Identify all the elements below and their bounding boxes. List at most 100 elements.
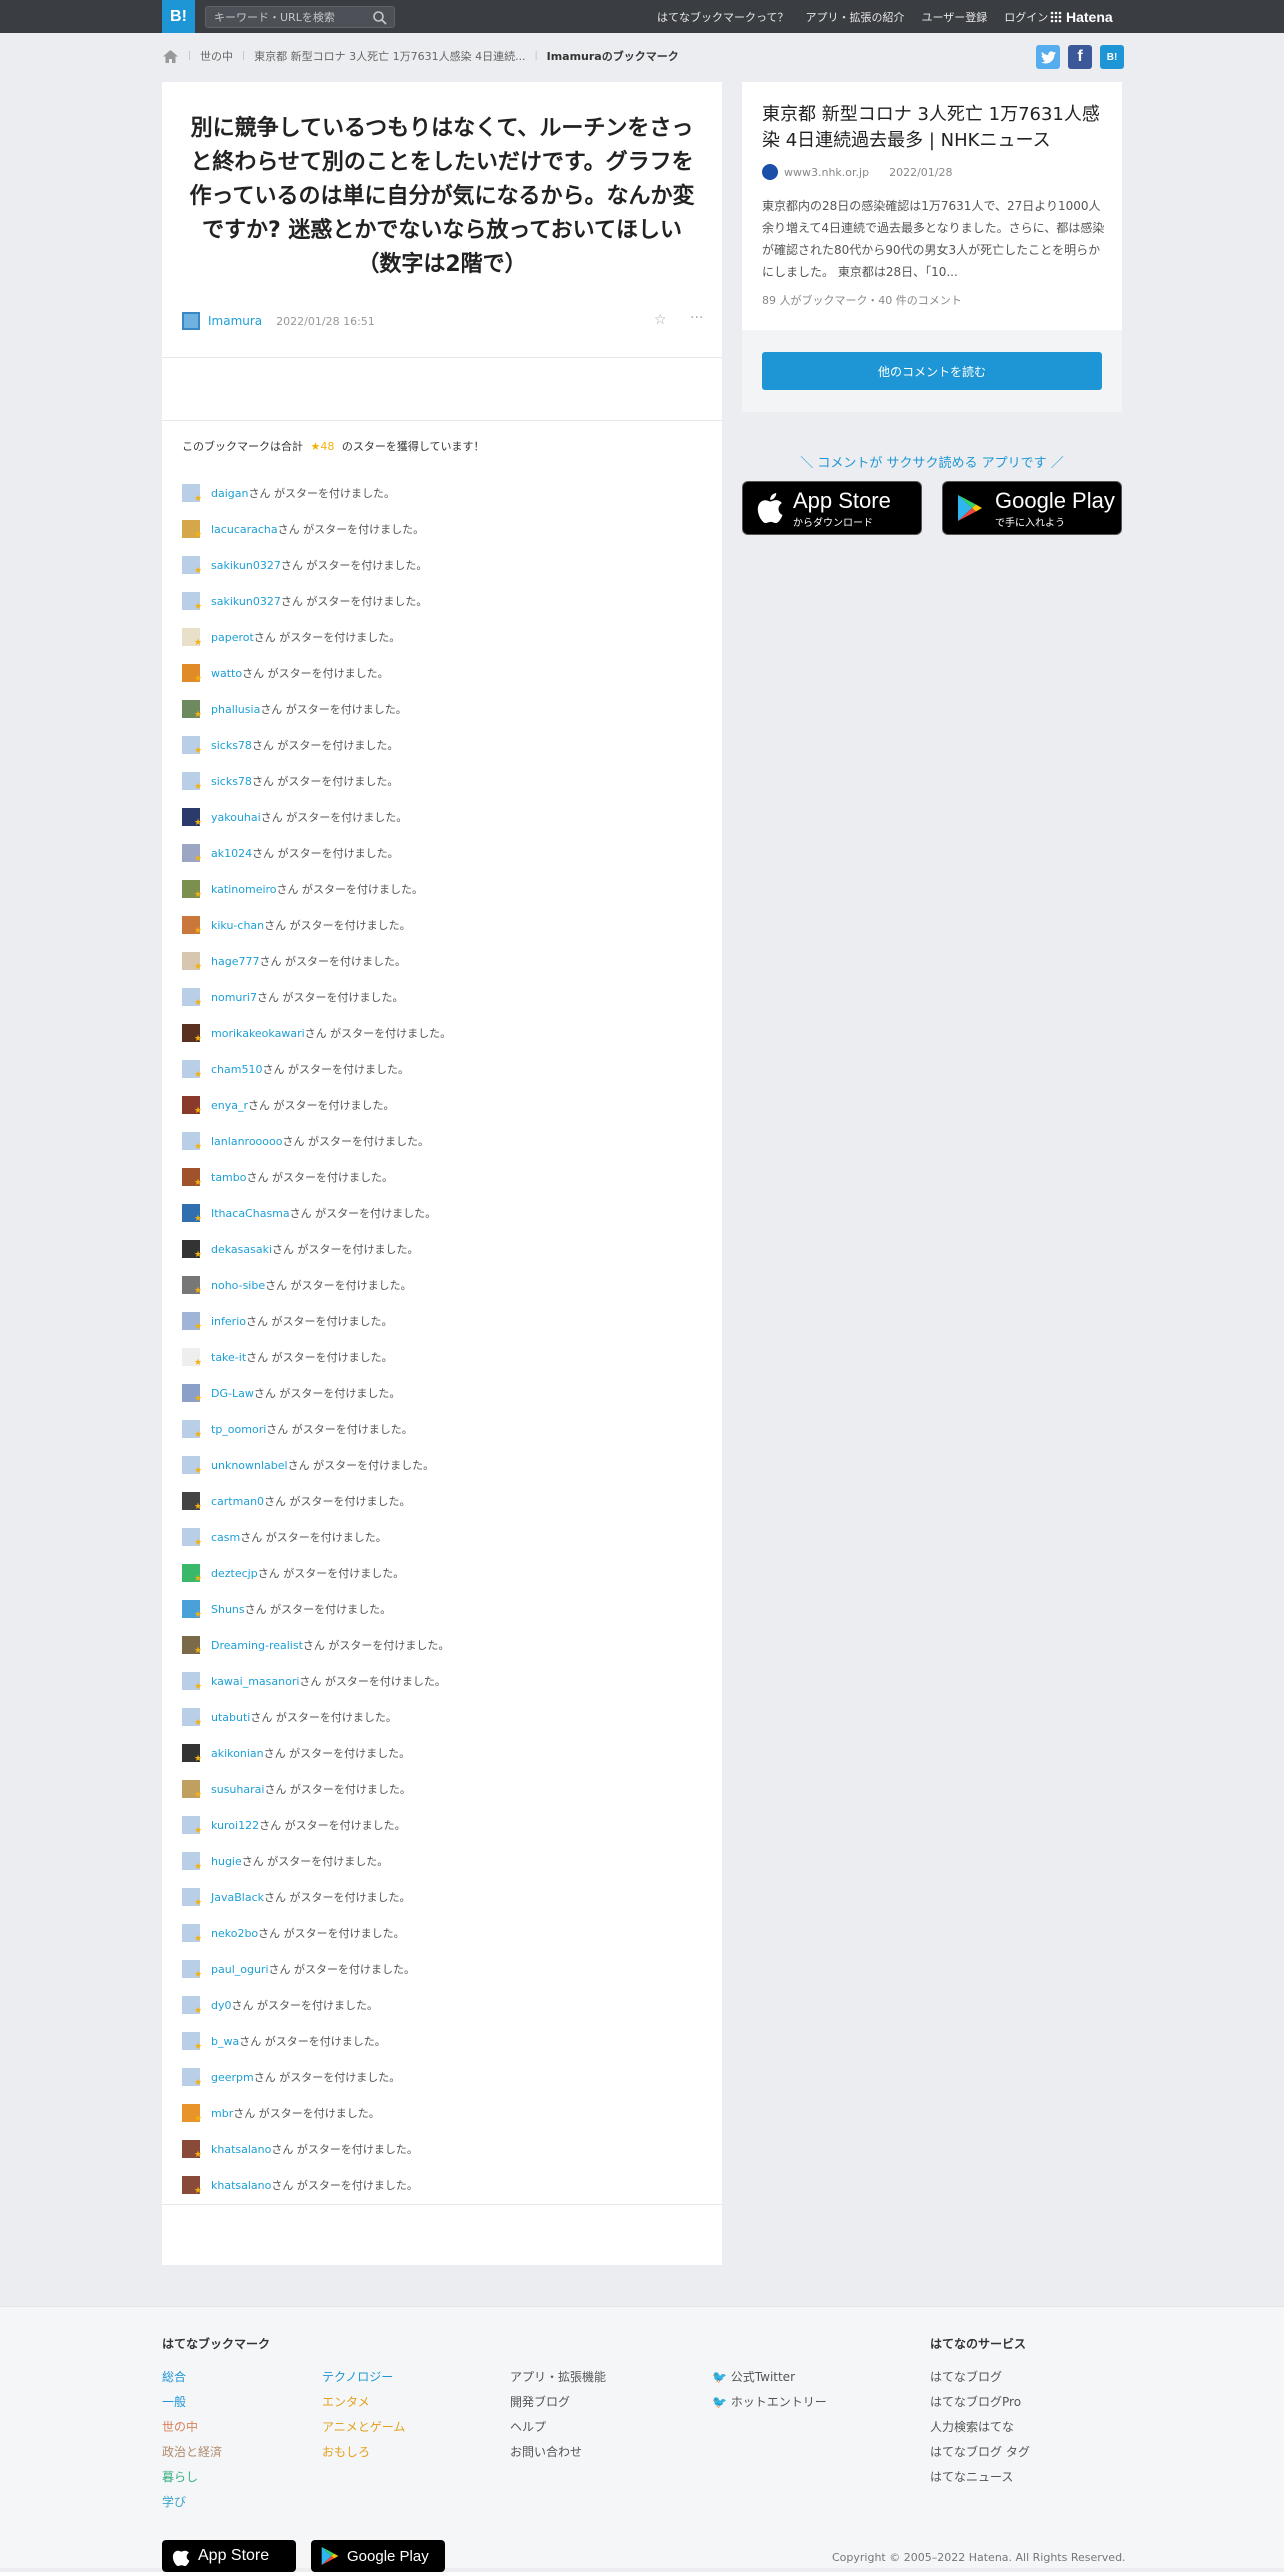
user-avatar[interactable]: ★ [182,1960,202,1980]
user-avatar[interactable]: ★ [182,1492,202,1512]
star-user-name[interactable]: Shuns [211,1603,245,1616]
google-play-badge[interactable]: Google Play で手に入れよう [942,481,1122,535]
footer-link-general-all[interactable]: 総合 [162,2365,222,2390]
star-user-name[interactable]: JavaBlack [211,1891,264,1904]
star-user-name[interactable]: phallusia [211,703,260,716]
footer-link-knowledge[interactable]: 学び [162,2490,222,2515]
user-avatar[interactable]: ★ [182,1168,202,1188]
user-avatar[interactable]: ★ [182,1672,202,1692]
user-avatar[interactable]: ★ [182,952,202,972]
footer-google-play-badge[interactable]: Google Play [311,2540,445,2572]
user-avatar[interactable]: ★ [182,1996,202,2016]
user-avatar[interactable]: ★ [182,772,202,792]
article-bookmark-count[interactable]: 89 人がブックマーク・40 件のコメント [762,292,962,308]
article-domain[interactable]: www3.nhk.or.jp [784,166,869,179]
user-avatar[interactable]: ★ [182,1852,202,1872]
nav-register[interactable]: ユーザー登録 [921,9,987,25]
star-user-name[interactable]: khatsalano [211,2179,271,2192]
star-user-name[interactable]: cham510 [211,1063,262,1076]
user-avatar[interactable]: ★ [182,664,202,684]
footer-link-entertainment[interactable]: エンタメ [322,2390,405,2415]
nav-apps[interactable]: アプリ・拡張の紹介 [805,9,904,25]
user-avatar[interactable]: ★ [182,1564,202,1584]
star-user-name[interactable]: paperot [211,631,254,644]
breadcrumb-entry[interactable]: 東京都 新型コロナ 3人死亡 1万7631人感染 4日連続... [254,48,525,64]
user-avatar[interactable]: ★ [182,1312,202,1332]
user-avatar[interactable]: ★ [182,1708,202,1728]
user-avatar[interactable]: ★ [182,1456,202,1476]
user-avatar[interactable]: ★ [182,484,202,504]
footer-link-hotentry-twitter[interactable]: 🐦 ホットエントリー [712,2390,827,2415]
star-user-name[interactable]: take-it [211,1351,246,1364]
hatena-bookmark-logo[interactable]: B! [162,0,195,33]
user-avatar[interactable]: ★ [182,1384,202,1404]
user-avatar[interactable]: ★ [182,2140,202,2160]
home-icon[interactable] [162,49,179,64]
author-avatar[interactable] [182,312,200,330]
search-input[interactable] [214,7,364,27]
footer-link-game[interactable]: アニメとゲーム [322,2415,405,2440]
star-user-name[interactable]: DG-Law [211,1387,254,1400]
star-user-name[interactable]: b_wa [211,2035,239,2048]
footer-service-blog-pro[interactable]: はてなブログPro [930,2390,1030,2415]
footer-link-technology[interactable]: テクノロジー [322,2365,405,2390]
user-avatar[interactable]: ★ [182,880,202,900]
user-avatar[interactable]: ★ [182,1348,202,1368]
star-user-name[interactable]: geerpm [211,2071,254,2084]
search-icon[interactable] [372,10,388,26]
user-avatar[interactable]: ★ [182,1780,202,1800]
star-user-name[interactable]: IthacaChasma [211,1207,290,1220]
star-user-name[interactable]: katinomeiro [211,883,277,896]
star-user-name[interactable]: paul_oguri [211,1963,269,1976]
star-user-name[interactable]: watto [211,667,242,680]
star-user-name[interactable]: casm [211,1531,240,1544]
star-user-name[interactable]: lacucaracha [211,523,278,536]
footer-link-contact[interactable]: お問い合わせ [510,2440,606,2465]
user-avatar[interactable]: ★ [182,2176,202,2196]
user-avatar[interactable]: ★ [182,1816,202,1836]
user-avatar[interactable]: ★ [182,1204,202,1224]
star-user-name[interactable]: deztecjp [211,1567,258,1580]
star-user-name[interactable]: tambo [211,1171,246,1184]
user-avatar[interactable]: ★ [182,1276,202,1296]
article-title[interactable]: 東京都 新型コロナ 3人死亡 1万7631人感染 4日連続過去最多 | NHKニ… [762,102,1107,154]
user-avatar[interactable]: ★ [182,1888,202,1908]
hatena-share-button[interactable]: B! [1100,45,1124,69]
user-avatar[interactable]: ★ [182,700,202,720]
star-user-name[interactable]: cartman0 [211,1495,264,1508]
user-avatar[interactable]: ★ [182,1060,202,1080]
star-user-name[interactable]: kuroi122 [211,1819,259,1832]
app-store-badge[interactable]: App Store からダウンロード [742,481,922,535]
user-avatar[interactable]: ★ [182,916,202,936]
star-user-name[interactable]: inferio [211,1315,246,1328]
star-user-name[interactable]: lanlanrooooo [211,1135,282,1148]
footer-app-store-badge[interactable]: App Store [162,2540,296,2572]
star-user-name[interactable]: tp_oomori [211,1423,266,1436]
star-user-name[interactable]: hugie [211,1855,242,1868]
search-box[interactable] [205,6,395,28]
star-user-name[interactable]: kiku-chan [211,919,264,932]
star-user-name[interactable]: noho-sibe [211,1279,265,1292]
user-avatar[interactable]: ★ [182,1024,202,1044]
footer-link-life[interactable]: 暮らし [162,2465,222,2490]
footer-link-dev-blog[interactable]: 開発ブログ [510,2390,606,2415]
star-user-name[interactable]: unknownlabel [211,1459,288,1472]
user-avatar[interactable]: ★ [182,1132,202,1152]
user-avatar[interactable]: ★ [182,2068,202,2088]
star-user-name[interactable]: kawai_masanori [211,1675,299,1688]
star-user-name[interactable]: utabuti [211,1711,250,1724]
user-avatar[interactable]: ★ [182,2032,202,2052]
footer-link-apps[interactable]: アプリ・拡張機能 [510,2365,606,2390]
star-user-name[interactable]: dy0 [211,1999,232,2012]
footer-link-twitter[interactable]: 🐦 公式Twitter [712,2365,827,2390]
more-menu-button[interactable]: ··· [690,310,703,326]
star-user-name[interactable]: daigan [211,487,248,500]
footer-link-economics[interactable]: 政治と経済 [162,2440,222,2465]
star-user-name[interactable]: mbr [211,2107,233,2120]
user-avatar[interactable]: ★ [182,1528,202,1548]
add-star-icon[interactable]: ☆ [654,312,667,328]
footer-service-blog-tags[interactable]: はてなブログ タグ [930,2440,1030,2465]
user-avatar[interactable]: ★ [182,844,202,864]
star-count[interactable]: ★48 [311,440,335,453]
star-user-name[interactable]: khatsalano [211,2143,271,2156]
